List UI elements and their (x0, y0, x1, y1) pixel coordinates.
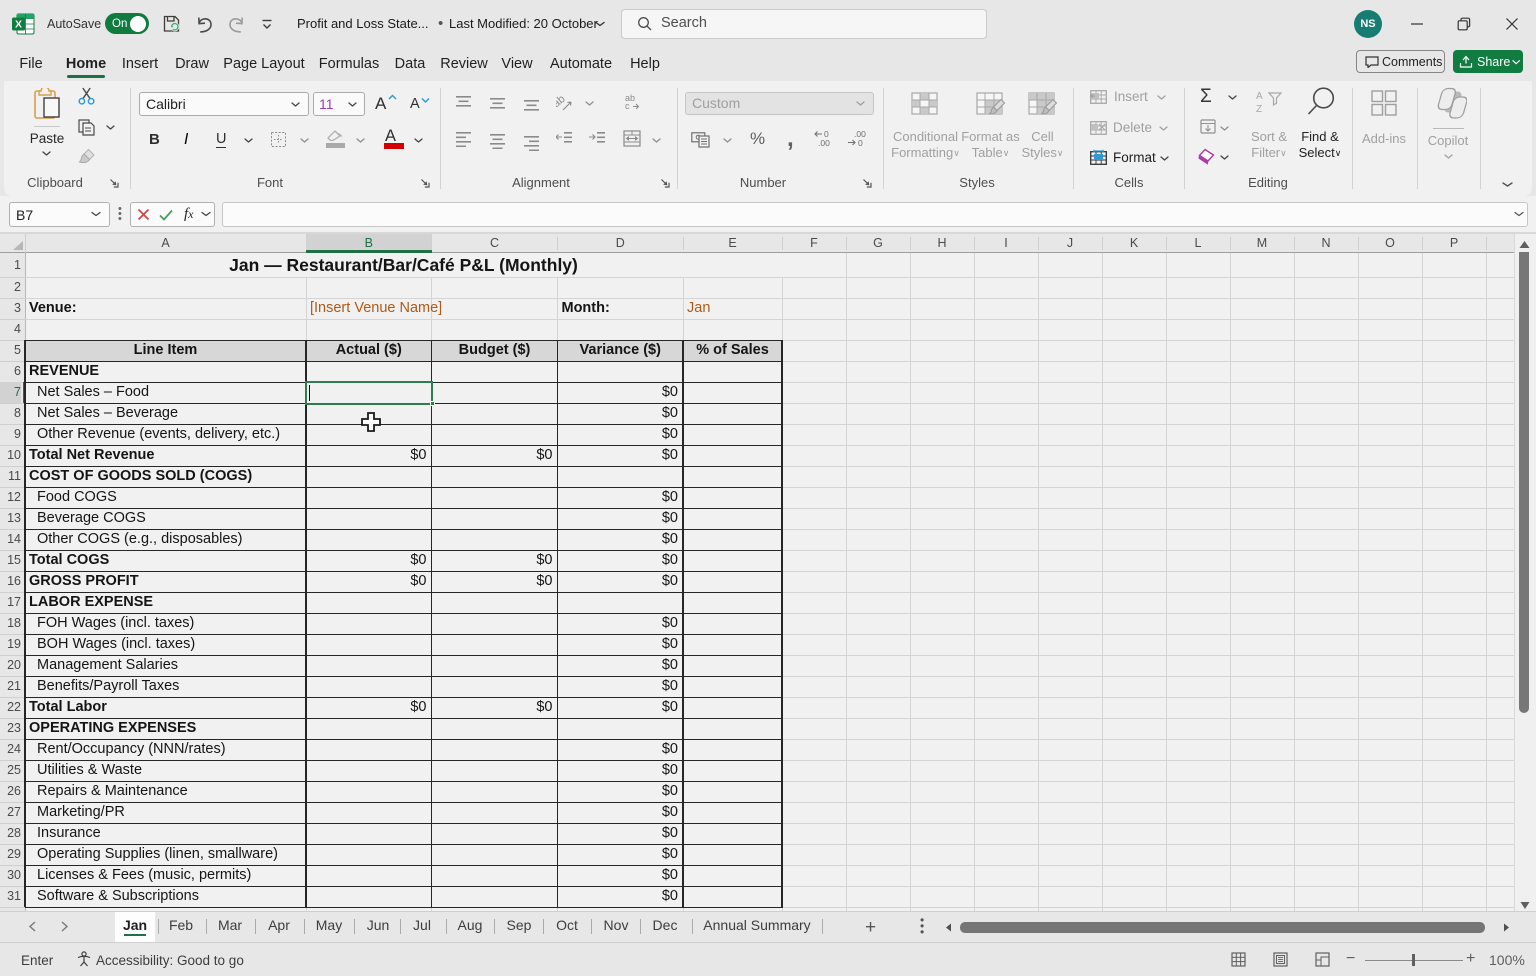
svg-text:X: X (15, 19, 22, 31)
svg-text:c: c (625, 101, 630, 110)
svg-text:0: 0 (858, 138, 863, 148)
svg-text:.00: .00 (818, 138, 830, 148)
svg-text:A: A (1256, 91, 1263, 102)
svg-text:Z: Z (1256, 104, 1262, 115)
